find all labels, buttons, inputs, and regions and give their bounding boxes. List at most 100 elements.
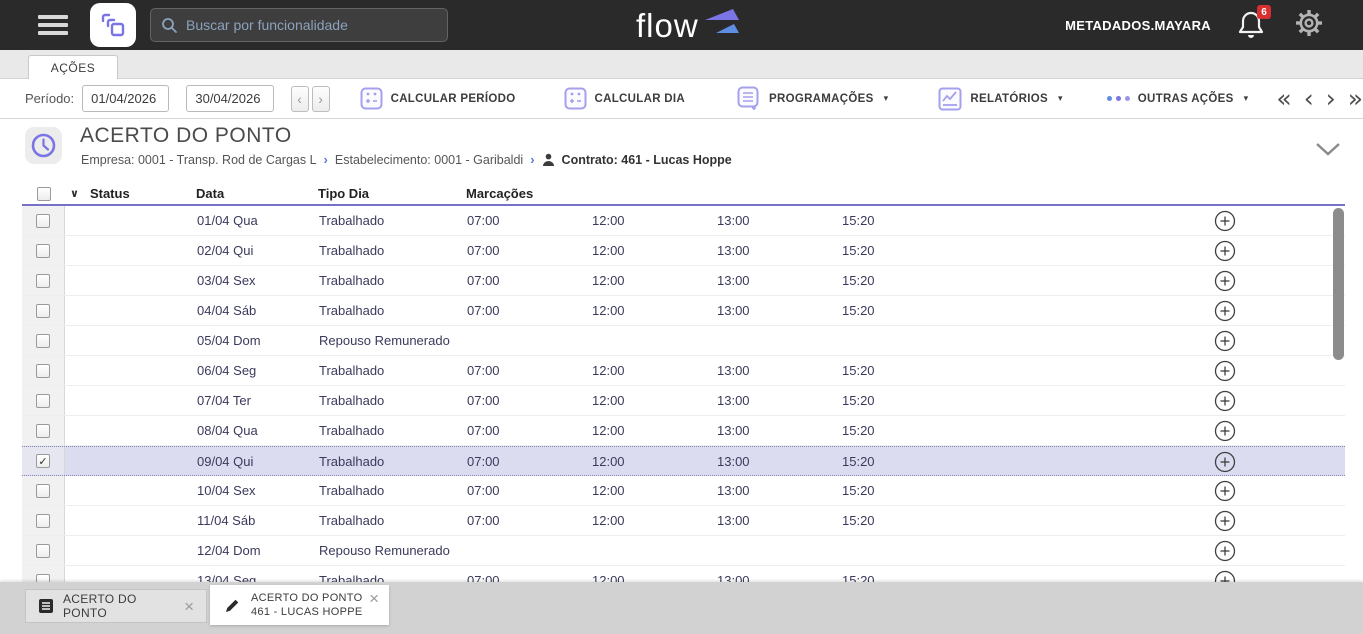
table-row[interactable]: 11/04 Sáb Trabalhado 07:00 12:00 13:00 1… — [22, 506, 1345, 536]
select-all-checkbox[interactable] — [36, 186, 51, 201]
row-mark-4: 15:20 — [842, 513, 875, 528]
period-start-input[interactable] — [83, 91, 169, 106]
close-window-icon[interactable]: × — [365, 588, 383, 609]
row-checkbox-cell — [22, 476, 65, 505]
first-record-button[interactable]: « — [1276, 86, 1291, 111]
table-row[interactable]: 04/04 Sáb Trabalhado 07:00 12:00 13:00 1… — [22, 296, 1345, 326]
row-checkbox[interactable] — [36, 483, 50, 498]
table-row[interactable]: 06/04 Seg Trabalhado 07:00 12:00 13:00 1… — [22, 356, 1345, 386]
calcular-periodo-label: CALCULAR PERÍODO — [390, 92, 516, 105]
plus-circle-icon — [1214, 360, 1236, 382]
row-mark-3: 13:00 — [717, 513, 750, 528]
table-row[interactable]: 02/04 Qui Trabalhado 07:00 12:00 13:00 1… — [22, 236, 1345, 266]
clock-icon — [31, 133, 56, 158]
plus-circle-icon — [1214, 240, 1236, 262]
next-period-button[interactable]: › — [311, 85, 330, 112]
calcular-periodo-button[interactable]: CALCULAR PERÍODO — [360, 87, 516, 110]
plus-circle-icon — [1214, 510, 1236, 532]
table-row[interactable]: 07/04 Ter Trabalhado 07:00 12:00 13:00 1… — [22, 386, 1345, 416]
table-row[interactable]: 10/04 Sex Trabalhado 07:00 12:00 13:00 1… — [22, 476, 1345, 506]
add-marcacao-button[interactable] — [1214, 510, 1236, 532]
period-end-input[interactable] — [187, 91, 273, 106]
row-mark-2: 12:00 — [592, 363, 625, 378]
close-window-icon[interactable]: × — [180, 596, 198, 617]
row-checkbox[interactable] — [36, 273, 50, 288]
add-marcacao-button[interactable] — [1214, 240, 1236, 262]
previous-record-button[interactable]: ‹ — [1304, 86, 1314, 111]
app-launcher-button[interactable] — [90, 3, 136, 47]
row-mark-3: 13:00 — [717, 213, 750, 228]
vertical-scrollbar[interactable] — [1333, 208, 1344, 360]
row-mark-4: 15:20 — [842, 213, 875, 228]
table-row[interactable]: 03/04 Sex Trabalhado 07:00 12:00 13:00 1… — [22, 266, 1345, 296]
list-window-icon — [39, 599, 53, 613]
row-day-type: Trabalhado — [319, 423, 385, 438]
relatorios-dropdown[interactable]: RELATÓRIOS ▾ — [938, 87, 1062, 111]
add-marcacao-button[interactable] — [1214, 300, 1236, 322]
breadcrumb-company[interactable]: Empresa: 0001 - Transp. Rod de Cargas L — [81, 153, 317, 167]
plus-circle-icon — [1214, 420, 1236, 442]
window-tab-acerto-do-ponto[interactable]: ACERTO DO PONTO × — [25, 589, 207, 623]
plus-circle-icon — [1214, 480, 1236, 502]
add-marcacao-button[interactable] — [1214, 420, 1236, 442]
row-checkbox[interactable] — [36, 423, 50, 438]
row-checkbox[interactable] — [36, 333, 50, 348]
row-checkbox[interactable] — [36, 543, 50, 558]
add-marcacao-button[interactable] — [1214, 360, 1236, 382]
add-marcacao-button[interactable] — [1214, 390, 1236, 412]
plus-circle-icon — [1214, 540, 1236, 562]
add-marcacao-button[interactable] — [1214, 451, 1236, 473]
notifications-button[interactable]: 6 — [1237, 5, 1271, 41]
tab-acoes[interactable]: AÇÕES — [28, 55, 118, 79]
expand-all-chevron[interactable]: ∨ — [70, 187, 79, 200]
period-start-field[interactable] — [82, 85, 170, 112]
flow-logo-triangles — [704, 9, 739, 33]
row-checkbox[interactable] — [36, 243, 50, 258]
breadcrumb-contract[interactable]: Contrato: 461 - Lucas Hoppe — [562, 153, 732, 167]
row-date: 10/04 Sex — [197, 483, 256, 498]
window-tab-label: ACERTO DO PONTO — [251, 592, 363, 604]
record-pager: « ‹ › » — [1276, 86, 1363, 111]
programacoes-dropdown[interactable]: PROGRAMAÇÕES ▾ — [737, 86, 888, 111]
window-tab-acerto-contrato[interactable]: ACERTO DO PONTO 461 - LUCAS HOPPE × — [210, 585, 389, 625]
row-date: 05/04 Dom — [197, 333, 261, 348]
add-marcacao-button[interactable] — [1214, 540, 1236, 562]
table-row[interactable]: 09/04 Qui Trabalhado 07:00 12:00 13:00 1… — [22, 446, 1345, 476]
chart-icon — [938, 87, 962, 110]
row-checkbox[interactable] — [36, 363, 50, 378]
row-mark-1: 07:00 — [467, 453, 500, 469]
collapse-panel-button[interactable] — [1315, 142, 1341, 161]
row-day-type: Trabalhado — [319, 513, 385, 528]
add-marcacao-button[interactable] — [1214, 210, 1236, 232]
search-box[interactable] — [150, 8, 448, 42]
last-record-button[interactable]: » — [1348, 86, 1363, 111]
row-checkbox[interactable] — [36, 513, 50, 528]
row-mark-2: 12:00 — [592, 243, 625, 258]
hamburger-menu-icon[interactable] — [38, 15, 68, 35]
search-input[interactable] — [186, 17, 436, 33]
row-mark-4: 15:20 — [842, 453, 875, 469]
settings-button[interactable] — [1293, 7, 1325, 44]
table-row[interactable]: 01/04 Qua Trabalhado 07:00 12:00 13:00 1… — [22, 206, 1345, 236]
add-marcacao-button[interactable] — [1214, 270, 1236, 292]
period-end-field[interactable] — [186, 85, 274, 112]
table-row[interactable]: 08/04 Qua Trabalhado 07:00 12:00 13:00 1… — [22, 416, 1345, 446]
row-checkbox[interactable] — [36, 454, 50, 468]
add-marcacao-button[interactable] — [1214, 330, 1236, 352]
row-checkbox[interactable] — [36, 393, 50, 408]
outras-acoes-dropdown[interactable]: OUTRAS AÇÕES ▾ — [1106, 93, 1249, 105]
row-mark-1: 07:00 — [467, 483, 500, 498]
breadcrumb-establishment[interactable]: Estabelecimento: 0001 - Garibaldi — [335, 153, 523, 167]
logged-user-label: METADADOS.MAYARA — [1065, 17, 1211, 33]
add-marcacao-button[interactable] — [1214, 480, 1236, 502]
row-date: 06/04 Seg — [197, 363, 257, 378]
table-row[interactable]: 05/04 Dom Repouso Remunerado — [22, 326, 1345, 356]
next-record-button[interactable]: › — [1326, 86, 1336, 111]
table-row[interactable]: 12/04 Dom Repouso Remunerado — [22, 536, 1345, 566]
tab-strip: AÇÕES — [0, 50, 1363, 79]
row-checkbox[interactable] — [36, 303, 50, 318]
previous-period-button[interactable]: ‹ — [290, 85, 309, 112]
plus-circle-icon — [1214, 270, 1236, 292]
row-checkbox[interactable] — [36, 213, 50, 228]
calcular-dia-button[interactable]: CALCULAR DIA — [564, 87, 685, 110]
